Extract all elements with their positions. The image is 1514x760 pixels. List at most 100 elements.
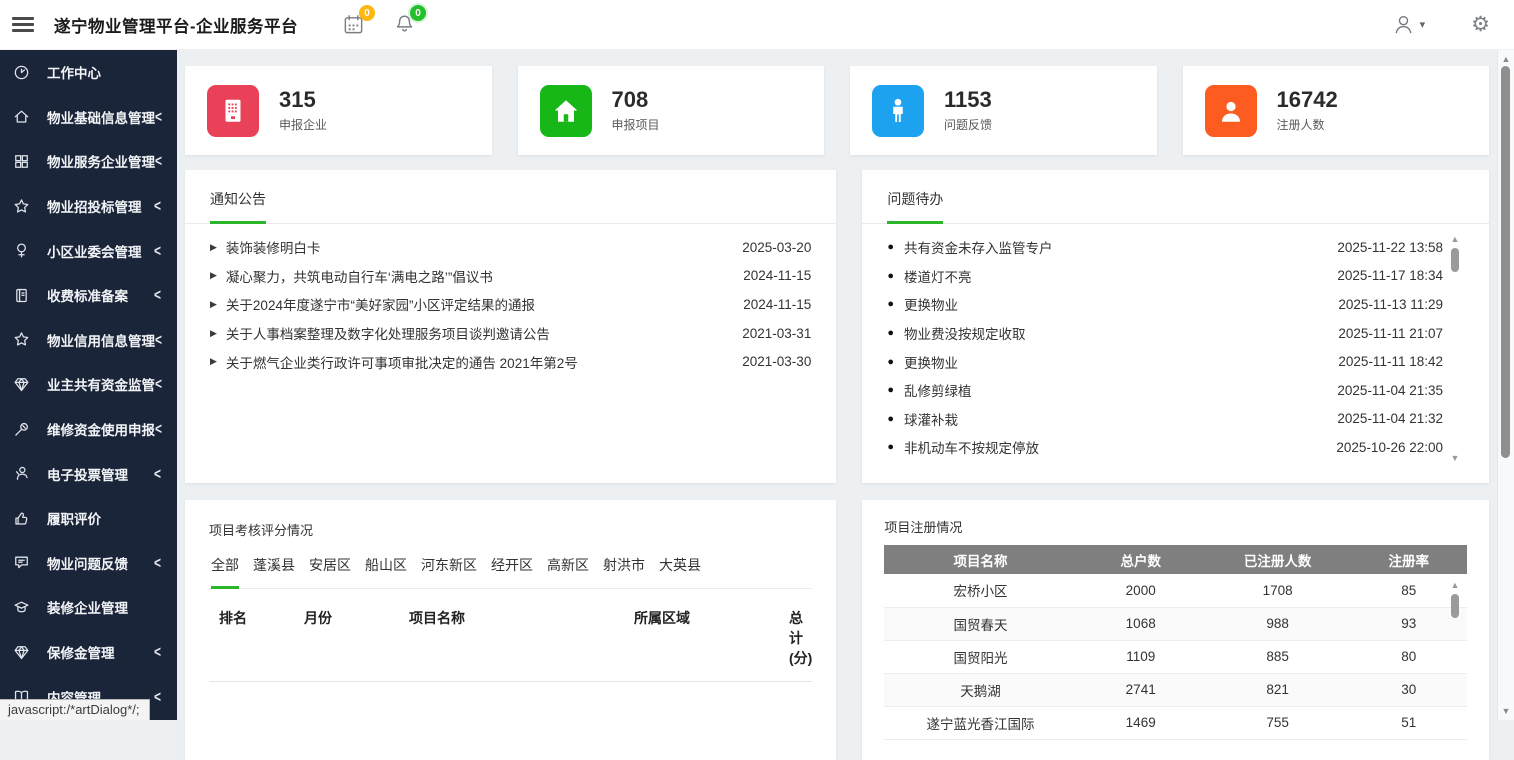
sidebar-item[interactable]: 电子投票管理 < (0, 451, 177, 496)
sidebar-item[interactable]: 维修资金使用申报 < (0, 407, 177, 452)
tab-todos[interactable]: 问题待办 (887, 189, 943, 224)
cell-registered: 821 (1205, 673, 1351, 706)
grid-icon (13, 153, 30, 170)
dot-bullet-icon: ● (887, 270, 894, 282)
chevron-left-icon: < (155, 375, 162, 393)
todo-item[interactable]: ● 乱修剪绿植 2025-11-04 21:35 (887, 376, 1443, 405)
notice-item[interactable]: ▶ 装饰装修明白卡 2025-03-20 (210, 233, 811, 262)
table-row[interactable]: 天鹅湖 2741 821 30 (884, 673, 1467, 706)
assessment-region-tab[interactable]: 全部 (211, 555, 239, 589)
todo-item[interactable]: ● 楼道灯不亮 2025-11-17 18:34 (887, 262, 1443, 291)
notice-title: 关于人事档案整理及数字化处理服务项目谈判邀请公告 (226, 323, 742, 343)
calendar-badge: 0 (359, 5, 375, 21)
assessment-region-tab[interactable]: 河东新区 (421, 555, 477, 586)
stat-value: 1153 (944, 88, 992, 112)
hamburger-menu-icon[interactable] (12, 13, 34, 35)
sidebar-item[interactable]: 收费标准备案 < (0, 273, 177, 318)
scroll-thumb[interactable] (1451, 248, 1459, 272)
stat-label: 申报项目 (612, 116, 660, 133)
gear-icon[interactable]: ⚙ (1471, 14, 1490, 35)
user-menu[interactable]: ▾ (1392, 13, 1426, 36)
thumb-icon (13, 510, 30, 527)
user-icon (1205, 85, 1257, 137)
scroll-up-icon[interactable]: ▲ (1449, 234, 1461, 244)
notice-item[interactable]: ▶ 关于2024年度遂宁市“美好家园”小区评定结果的通报 2024-11-15 (210, 290, 811, 319)
chevron-left-icon: < (154, 465, 161, 483)
top-bar: 遂宁物业管理平台-企业服务平台 0 0 ▾ ⚙ (0, 0, 1514, 50)
sidebar-item[interactable]: 履职评价 < (0, 496, 177, 541)
todo-item[interactable]: ● 更换物业 2025-11-11 18:42 (887, 347, 1443, 376)
table-row[interactable]: 国贸阳光 1109 885 80 (884, 640, 1467, 673)
notice-item[interactable]: ▶ 关于燃气企业类行政许可事项审批决定的通告 2021年第2号 2021-03-… (210, 347, 811, 376)
sidebar-item-label: 小区业委会管理 (47, 241, 154, 261)
todo-title: 球灌补栽 (904, 409, 1337, 429)
sidebar-item[interactable]: 业主共有资金监管 < (0, 362, 177, 407)
todos-scrollbar[interactable]: ▲ ▼ (1449, 234, 1461, 463)
scroll-down-icon[interactable]: ▼ (1498, 706, 1514, 716)
todo-item[interactable]: ● 物业费没按规定收取 2025-11-11 21:07 (887, 319, 1443, 348)
notices-panel: 通知公告 ▶ 装饰装修明白卡 2025-03-20 ▶ 凝心聚力，共筑电动自行车… (185, 170, 836, 483)
sidebar-item[interactable]: 物业信用信息管理 < (0, 318, 177, 363)
sidebar-item[interactable]: 保修金管理 < (0, 630, 177, 675)
tab-notices[interactable]: 通知公告 (210, 189, 266, 224)
assessment-region-tab[interactable]: 高新区 (547, 555, 589, 586)
scroll-up-icon[interactable]: ▲ (1498, 54, 1514, 64)
homefill-icon (540, 85, 592, 137)
todo-date: 2025-11-13 11:29 (1338, 297, 1443, 312)
todo-item[interactable]: ● 共有资金未存入监管专户 2025-11-22 13:58 (887, 233, 1443, 262)
sidebar-item-label: 维修资金使用申报 (47, 419, 155, 439)
todo-item[interactable]: ● 非机动车不按规定停放 2025-10-26 22:00 (887, 433, 1443, 462)
cell-project-name: 遂宁蓝光香江国际 (884, 706, 1076, 739)
cell-households: 1109 (1077, 640, 1205, 673)
person-icon (872, 85, 924, 137)
assessment-region-tab[interactable]: 船山区 (365, 555, 407, 586)
sidebar-item[interactable]: 物业基础信息管理 < (0, 95, 177, 140)
sidebar-item[interactable]: 物业服务企业管理 < (0, 139, 177, 184)
todo-date: 2025-11-22 13:58 (1337, 240, 1443, 255)
dot-bullet-icon: ● (887, 327, 894, 339)
sidebar-item[interactable]: 物业招投标管理 < (0, 184, 177, 229)
sidebar-item[interactable]: 物业问题反馈 < (0, 541, 177, 586)
assessment-region-tab[interactable]: 安居区 (309, 555, 351, 586)
scroll-thumb[interactable] (1501, 66, 1510, 458)
page-scrollbar[interactable]: ▲ ▼ (1497, 50, 1514, 720)
notice-item[interactable]: ▶ 凝心聚力，共筑电动自行车‘满电之路’”倡议书 2024-11-15 (210, 262, 811, 291)
scroll-thumb[interactable] (1451, 594, 1459, 618)
assessment-region-tab[interactable]: 经开区 (491, 555, 533, 586)
table-row[interactable]: 宏桥小区 2000 1708 85 (884, 574, 1467, 607)
wrench-icon (13, 421, 30, 438)
chat-icon (13, 554, 30, 571)
assessment-region-tab[interactable]: 蓬溪县 (253, 555, 295, 586)
assessment-region-tab[interactable]: 射洪市 (603, 555, 645, 586)
col-households: 总户数 (1077, 545, 1205, 574)
todo-item[interactable]: ● 更换物业 2025-11-13 11:29 (887, 290, 1443, 319)
dot-bullet-icon: ● (887, 298, 894, 310)
assessment-region-tab[interactable]: 大英县 (659, 555, 701, 586)
triangle-bullet-icon: ▶ (210, 328, 217, 339)
calendar-button[interactable]: 0 (342, 13, 365, 36)
col-rank: 排名 (219, 608, 304, 668)
notice-date: 2025-03-20 (742, 240, 811, 255)
notifications-button[interactable]: 0 (393, 13, 416, 36)
notice-item[interactable]: ▶ 关于人事档案整理及数字化处理服务项目谈判邀请公告 2021-03-31 (210, 319, 811, 348)
sidebar-item[interactable]: 装修企业管理 < (0, 585, 177, 630)
sidebar-item[interactable]: 工作中心 < (0, 50, 177, 95)
table-row[interactable]: 遂宁蓝光香江国际 1469 755 51 (884, 706, 1467, 739)
scroll-up-icon[interactable]: ▲ (1449, 580, 1461, 590)
registration-header-row: 项目名称 总户数 已注册人数 注册率 (884, 545, 1467, 574)
scroll-down-icon[interactable]: ▼ (1449, 453, 1461, 463)
cell-project-name: 宏桥小区 (884, 574, 1076, 607)
registration-scrollbar[interactable]: ▲ (1449, 580, 1461, 760)
gem-icon (13, 644, 30, 661)
sidebar-item[interactable]: 小区业委会管理 < (0, 228, 177, 273)
stat-value: 708 (612, 88, 660, 112)
todo-date: 2025-11-04 21:35 (1337, 383, 1443, 398)
table-row[interactable]: 国贸春天 1068 988 93 (884, 607, 1467, 640)
stat-card: 1153 问题反馈 (850, 66, 1157, 155)
todo-item[interactable]: ● 球灌补栽 2025-11-04 21:32 (887, 405, 1443, 434)
sidebar-item-label: 物业服务企业管理 (47, 151, 155, 171)
cell-households: 1068 (1077, 607, 1205, 640)
stat-label: 问题反馈 (944, 116, 992, 133)
cell-registered: 755 (1205, 706, 1351, 739)
todos-panel: 问题待办 ● 共有资金未存入监管专户 2025-11-22 13:58 ● 楼道… (862, 170, 1489, 483)
